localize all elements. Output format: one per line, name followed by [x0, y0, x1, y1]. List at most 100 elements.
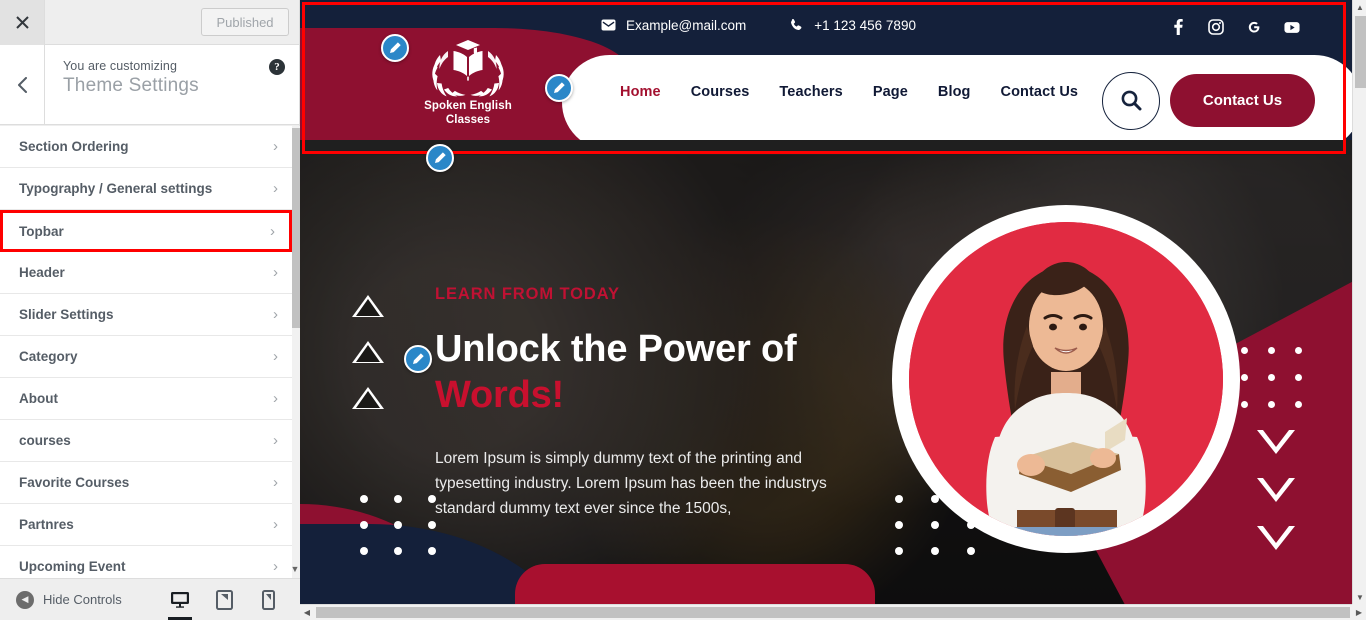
hide-controls-button[interactable]: ◀ Hide Controls	[8, 590, 122, 609]
sidebar-item-topbar[interactable]: Topbar ›	[0, 210, 292, 252]
phone-icon	[788, 17, 804, 33]
customizer-scrollbar-thumb[interactable]	[292, 128, 300, 328]
search-button[interactable]	[1102, 72, 1160, 130]
logo-text: Spoken English Classes	[413, 99, 523, 127]
instagram-icon[interactable]	[1208, 19, 1224, 35]
logo-line-1: Spoken English	[424, 100, 512, 112]
header-bottom-strip	[300, 140, 1352, 155]
hero-image-circle	[892, 205, 1240, 553]
scroll-down-arrow-icon[interactable]: ▼	[1353, 590, 1366, 604]
triangle-down-icon	[1257, 430, 1295, 454]
preview-vertical-scrollbar[interactable]: ▲ ▼	[1352, 0, 1366, 620]
customizer-section-list[interactable]: Section Ordering › Typography / General se…	[0, 126, 292, 578]
edit-pencil-icon[interactable]	[426, 144, 454, 172]
nav-item-blog[interactable]: Blog	[938, 84, 971, 100]
edit-pencil-icon[interactable]	[381, 34, 409, 62]
scrollbar-corner: ▶	[1352, 604, 1366, 620]
site-preview[interactable]: Example@mail.com +1 123 456 7890 Spoken …	[300, 0, 1352, 604]
site-header-region: Example@mail.com +1 123 456 7890 Spoken …	[300, 0, 1352, 155]
youtube-icon[interactable]	[1284, 19, 1300, 35]
chevron-right-icon: ›	[273, 390, 278, 407]
chevron-right-icon: ›	[273, 516, 278, 533]
hero-heading-line-2: Words!	[435, 374, 564, 416]
sidebar-item-section-ordering[interactable]: Section Ordering ›	[0, 126, 292, 168]
chevron-right-icon: ›	[270, 222, 275, 240]
triangle-down-icon	[1257, 526, 1295, 550]
chevron-right-icon: ›	[273, 432, 278, 449]
desktop-preview-button[interactable]	[166, 581, 194, 620]
hero-up-triangles	[352, 295, 384, 433]
preview-horizontal-scrollbar[interactable]: ◀	[300, 604, 1352, 620]
mail-icon	[600, 17, 616, 33]
sidebar-item-header[interactable]: Header ›	[0, 252, 292, 294]
mobile-preview-button[interactable]	[254, 581, 282, 619]
chevron-right-icon: ›	[273, 348, 278, 365]
dot-grid-right	[1241, 347, 1302, 408]
edit-pencil-icon[interactable]	[404, 345, 432, 373]
vertical-scrollbar-thumb[interactable]	[1355, 16, 1366, 88]
horizontal-scrollbar-thumb[interactable]	[316, 607, 1350, 618]
scroll-up-arrow-icon[interactable]: ▲	[1353, 0, 1366, 14]
scroll-left-arrow-icon[interactable]: ◀	[300, 605, 314, 620]
sidebar-item-partnres[interactable]: Partnres ›	[0, 504, 292, 546]
nav-item-teachers[interactable]: Teachers	[779, 84, 842, 100]
edit-pencil-icon[interactable]	[545, 74, 573, 102]
customizer-app: Published You are customizing Theme Sett…	[0, 0, 1366, 620]
site-navigation[interactable]: Home Courses Teachers Page Blog Contact Us	[620, 84, 1078, 100]
chevron-right-icon: ›	[273, 180, 278, 197]
chevron-right-icon: ›	[273, 558, 278, 575]
device-preview-switcher	[166, 581, 292, 620]
chevron-left-icon[interactable]	[0, 45, 45, 125]
hero-portrait	[909, 222, 1223, 536]
chevron-right-icon: ›	[273, 264, 278, 281]
chevron-left-circle-icon: ◀	[16, 590, 34, 609]
nav-item-contact-us[interactable]: Contact Us	[1001, 84, 1079, 100]
sidebar-item-favorite-courses[interactable]: Favorite Courses ›	[0, 462, 292, 504]
nav-item-home[interactable]: Home	[620, 84, 661, 100]
sidebar-item-about[interactable]: About ›	[0, 378, 292, 420]
logo-line-2: Classes	[445, 114, 491, 126]
publish-button[interactable]: Published	[201, 8, 289, 36]
sidebar-item-label: Slider Settings	[19, 307, 114, 322]
triangle-up-icon	[352, 387, 384, 409]
header-contact-us-button[interactable]: Contact Us	[1170, 74, 1315, 127]
sidebar-item-label: Header	[19, 265, 65, 280]
sidebar-item-label: courses	[19, 433, 71, 448]
triangle-down-icon	[1257, 478, 1295, 502]
nav-item-page[interactable]: Page	[873, 84, 908, 100]
chevron-right-icon: ›	[273, 138, 278, 155]
sidebar-item-label: Topbar	[19, 223, 64, 239]
chevron-right-icon: ›	[273, 306, 278, 323]
customizing-subtitle: You are customizing	[63, 59, 178, 73]
nav-item-courses[interactable]: Courses	[691, 84, 750, 100]
topbar-phone[interactable]: +1 123 456 7890	[788, 17, 916, 33]
customizer-topbar: Published	[0, 0, 299, 45]
hero-eyebrow: LEARN FROM TODAY	[435, 285, 620, 303]
sidebar-item-label: Category	[19, 349, 78, 364]
hide-controls-label: Hide Controls	[43, 592, 122, 607]
site-logo[interactable]: Spoken English Classes	[413, 35, 523, 127]
customizer-header: You are customizing Theme Settings ?	[0, 45, 299, 125]
sidebar-item-courses[interactable]: courses ›	[0, 420, 292, 462]
topbar-email[interactable]: Example@mail.com	[600, 17, 746, 33]
topbar-contact-info: Example@mail.com +1 123 456 7890	[600, 17, 916, 33]
tablet-preview-button[interactable]	[210, 581, 238, 619]
sidebar-item-label: Upcoming Event	[19, 559, 126, 574]
sidebar-item-label: Partnres	[19, 517, 74, 532]
facebook-icon[interactable]	[1170, 19, 1186, 35]
triangle-up-icon	[352, 295, 384, 317]
search-icon	[1120, 89, 1142, 114]
sidebar-item-slider-settings[interactable]: Slider Settings ›	[0, 294, 292, 336]
hero-paragraph: Lorem Ipsum is simply dummy text of the …	[435, 450, 827, 517]
google-icon[interactable]	[1246, 19, 1262, 35]
hero-section: LEARN FROM TODAY Unlock the Power of Wor…	[300, 155, 1352, 604]
topbar-email-text: Example@mail.com	[626, 17, 747, 33]
hero-down-triangles	[1257, 430, 1295, 574]
help-icon[interactable]: ?	[269, 59, 285, 75]
customizer-footer: ◀ Hide Controls	[0, 578, 300, 620]
sidebar-item-label: Favorite Courses	[19, 475, 130, 490]
sidebar-item-category[interactable]: Category ›	[0, 336, 292, 378]
sidebar-item-typography-general-settings[interactable]: Typography / General settings ›	[0, 168, 292, 210]
close-icon[interactable]	[0, 0, 45, 45]
sidebar-item-upcoming-event[interactable]: Upcoming Event ›	[0, 546, 292, 578]
